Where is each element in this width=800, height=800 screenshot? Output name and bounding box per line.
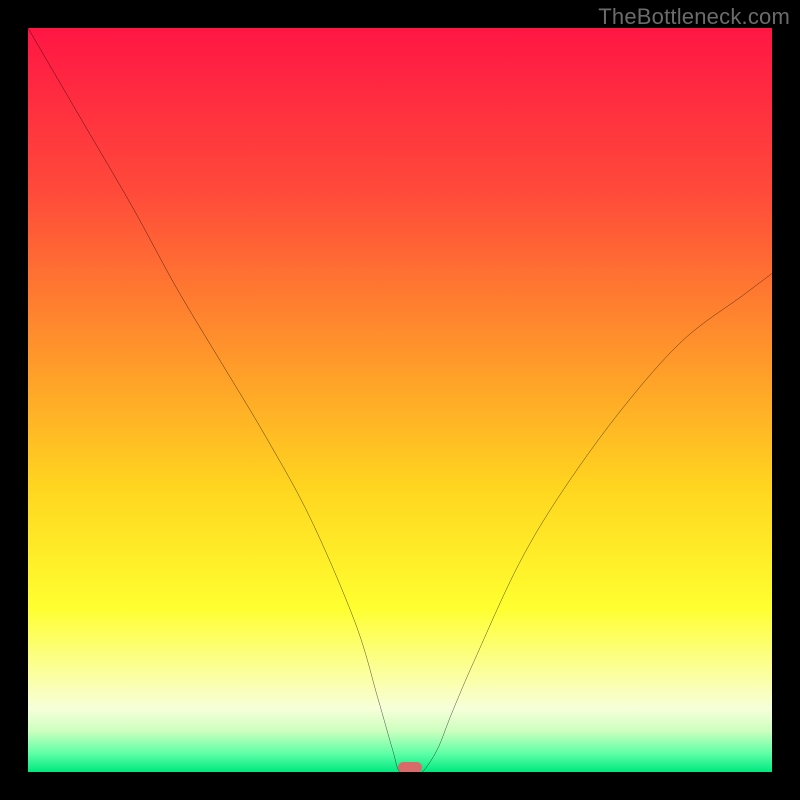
bottleneck-curve: [28, 28, 772, 772]
chart-frame: TheBottleneck.com: [0, 0, 800, 800]
watermark-text: TheBottleneck.com: [598, 4, 790, 30]
plot-area: [28, 28, 772, 772]
minimum-marker: [398, 762, 422, 772]
